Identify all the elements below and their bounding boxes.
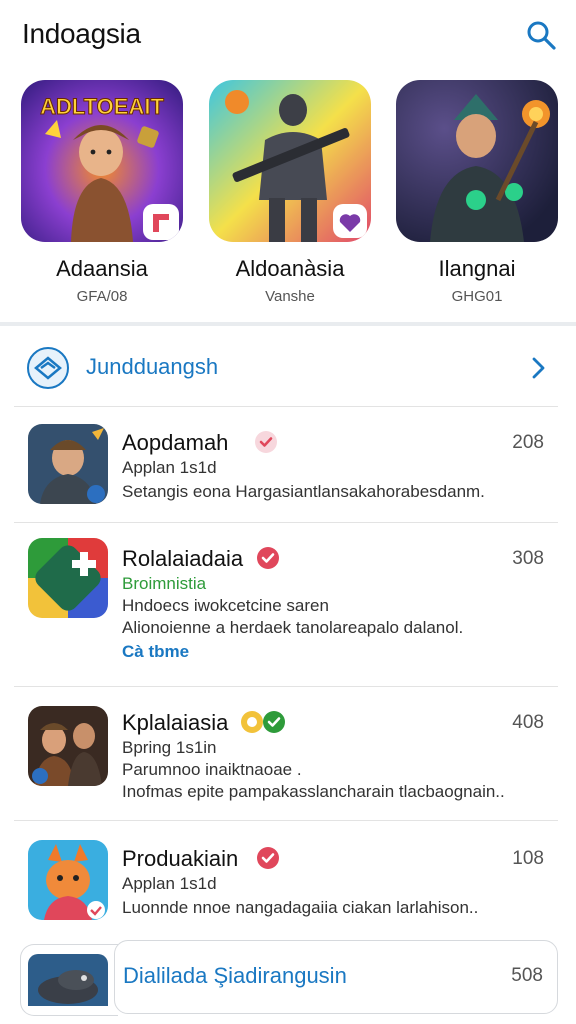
app-count: 208: [512, 432, 544, 453]
featured-app-3-artwork: [396, 80, 558, 242]
app-developer: Applan 1s1d: [122, 874, 217, 893]
featured-app-3-subtitle: GHG01: [451, 288, 503, 305]
app-icon: [28, 954, 108, 1006]
app-icon: [28, 840, 108, 920]
app-description: Setangis eona Hargasiantlansakahorabesda…: [122, 482, 485, 501]
app-count: 408: [512, 712, 544, 733]
featured-app-2-artwork: [209, 80, 371, 242]
featured-app-1-name: Adaansia: [56, 256, 148, 281]
verified-badge-icon: [257, 847, 279, 869]
search-icon[interactable]: [524, 18, 558, 52]
chevron-right-icon[interactable]: [528, 354, 550, 382]
featured-app-3[interactable]: Ilangnai GHG01: [393, 80, 561, 305]
svg-text:ADLTOEAIT: ADLTOEAIT: [40, 94, 164, 119]
list-item[interactable]: Kplalaiasia 408 Bpring 1s1in Parumnoo in…: [0, 700, 576, 818]
app-description: Hndoecs iwokcetcine saren: [122, 596, 329, 615]
list-divider: [14, 686, 558, 687]
featured-apps: ADLTOEAIT Adaansia GFA/08 Aldoanàsia Van…: [0, 80, 576, 320]
featured-app-3-name: Ilangnai: [438, 256, 516, 281]
list-divider: [14, 522, 558, 523]
app-description: Parumnoo inaiktnaoae .: [122, 760, 302, 779]
app-link[interactable]: Cà tbme: [122, 642, 189, 662]
app-developer: Applan 1s1d: [122, 458, 217, 477]
bottom-card[interactable]: Dialilada Şiadirangusin 508: [114, 940, 558, 1014]
verified-check-icon: [263, 711, 285, 733]
section-header[interactable]: Jundduangsh: [0, 336, 576, 402]
verified-badge-icon: [255, 431, 277, 453]
verified-badge-icon: [241, 711, 263, 733]
app-name: Aopdamah: [122, 430, 229, 455]
app-name: Rolalaiadaia: [122, 546, 244, 571]
bottom-card-title: Dialilada Şiadirangusin: [123, 963, 347, 988]
featured-app-2-subtitle: Vanshe: [265, 288, 315, 305]
featured-app-1[interactable]: ADLTOEAIT Adaansia GFA/08: [18, 80, 186, 305]
app-description: Luonnde nnoe nangadagaiia ciakan larlahi…: [122, 898, 479, 917]
app-description: Alionoienne a herdaek tanolareapalo dala…: [122, 618, 464, 637]
app-icon: [28, 706, 108, 786]
list-divider: [14, 406, 558, 407]
app-count: 108: [512, 848, 544, 869]
app-category: Broimnistia: [122, 574, 207, 593]
featured-app-1-artwork: ADLTOEAIT: [21, 80, 183, 242]
list-divider: [14, 820, 558, 821]
verified-badge-icon: [257, 547, 279, 569]
section-title: Jundduangsh: [86, 354, 219, 379]
featured-app-1-subtitle: GFA/08: [76, 288, 128, 305]
app-developer: Bpring 1s1in: [122, 738, 217, 757]
app-header: Indoagsia: [0, 0, 576, 72]
section-divider: [0, 322, 576, 326]
app-description: Inofmas epite pampakasslancharain tlacba…: [122, 782, 505, 801]
app-icon: [28, 538, 108, 618]
featured-app-2[interactable]: Aldoanàsia Vanshe: [206, 80, 374, 305]
list-item[interactable]: Produakiain 108 Applan 1s1d Luonnde nnoe…: [0, 836, 576, 936]
bottom-card-count: 508: [511, 965, 543, 986]
app-icon: [28, 424, 108, 504]
list-item[interactable]: Rolalaiadaia 308 Broimnistia Hndoecs iwo…: [0, 536, 576, 684]
app-name: Kplalaiasia: [122, 710, 229, 735]
app-count: 308: [512, 548, 544, 569]
app-name: Produakiain: [122, 846, 239, 871]
list-item[interactable]: Aopdamah 208 Applan 1s1d Setangis eona H…: [0, 420, 576, 520]
diamond-badge-icon: [27, 347, 69, 389]
page-title: Indoagsia: [22, 18, 141, 49]
featured-app-2-name: Aldoanàsia: [235, 256, 345, 281]
